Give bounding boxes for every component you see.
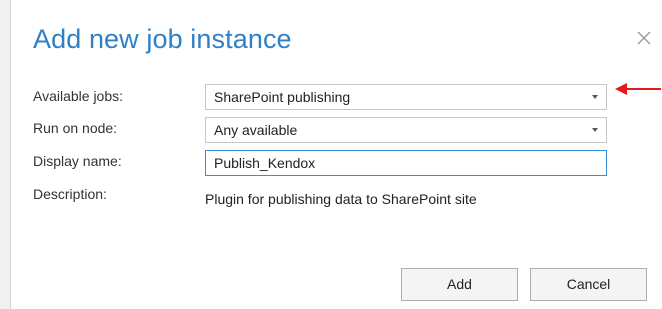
red-arrow-icon: [615, 83, 661, 95]
available-jobs-select[interactable]: SharePoint publishing: [205, 84, 607, 110]
display-name-input[interactable]: [205, 150, 607, 176]
run-on-node-label: Run on node:: [33, 120, 118, 136]
available-jobs-label: Available jobs:: [33, 88, 124, 104]
add-job-instance-dialog: Add new job instance Available jobs: Sha…: [10, 0, 662, 309]
add-button[interactable]: Add: [401, 268, 518, 301]
chevron-down-icon: [592, 95, 598, 99]
available-jobs-value: SharePoint publishing: [214, 89, 351, 105]
close-icon[interactable]: [634, 28, 654, 48]
run-on-node-select[interactable]: Any available: [205, 117, 607, 143]
description-text: Plugin for publishing data to SharePoint…: [205, 191, 477, 207]
description-label: Description:: [33, 186, 107, 202]
dialog-title: Add new job instance: [33, 24, 292, 54]
run-on-node-value: Any available: [214, 122, 298, 138]
display-name-label: Display name:: [33, 153, 122, 169]
cancel-button[interactable]: Cancel: [530, 268, 647, 301]
chevron-down-icon: [592, 128, 598, 132]
